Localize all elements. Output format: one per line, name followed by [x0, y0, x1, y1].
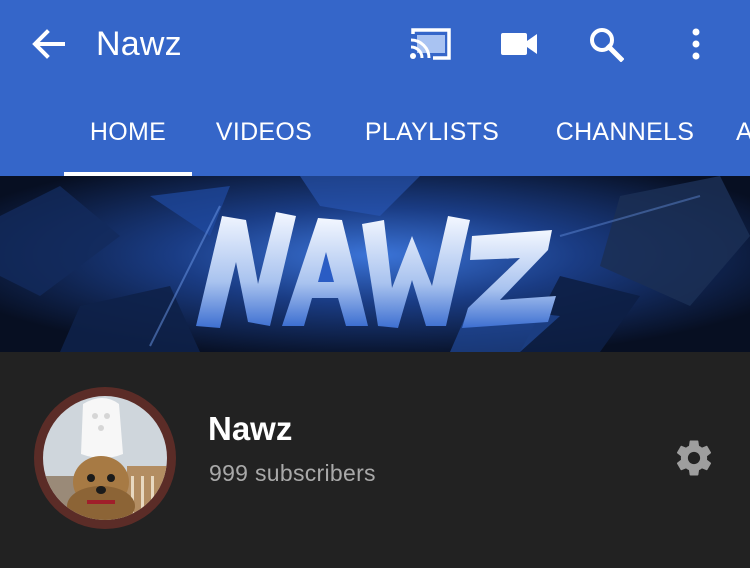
arrow-back-icon — [32, 29, 65, 59]
settings-button[interactable] — [668, 432, 720, 484]
channel-name: Nawz — [208, 410, 293, 447]
video-camera-icon — [501, 33, 537, 55]
more-vert-icon — [692, 28, 700, 60]
avatar-image — [43, 396, 167, 520]
app-title: Nawz — [96, 25, 182, 63]
cast-icon — [410, 28, 451, 60]
more-options-button[interactable] — [670, 20, 722, 68]
gear-icon — [676, 440, 712, 476]
avatar[interactable] — [34, 387, 176, 529]
cast-button[interactable] — [404, 20, 456, 68]
tab-videos[interactable]: VIDEOS — [206, 92, 322, 176]
back-button[interactable] — [26, 26, 70, 62]
tab-home[interactable]: HOME — [64, 92, 192, 176]
search-icon — [590, 28, 624, 62]
channel-header: Nawz 999 subscribers — [0, 352, 750, 568]
tab-about[interactable]: A — [736, 92, 750, 176]
tab-playlists[interactable]: PLAYLISTS — [352, 92, 512, 176]
channel-banner — [0, 176, 750, 352]
subscriber-count: 999 subscribers — [209, 460, 376, 486]
tab-channels[interactable]: CHANNELS — [540, 92, 710, 176]
banner-art — [0, 176, 750, 352]
search-button[interactable] — [580, 20, 632, 68]
app-bar: Nawz HOME VIDEOS PLAYLISTS CHANNELS A — [0, 0, 750, 176]
upload-video-button[interactable] — [493, 20, 545, 68]
channel-tabs: HOME VIDEOS PLAYLISTS CHANNELS A — [0, 92, 750, 176]
